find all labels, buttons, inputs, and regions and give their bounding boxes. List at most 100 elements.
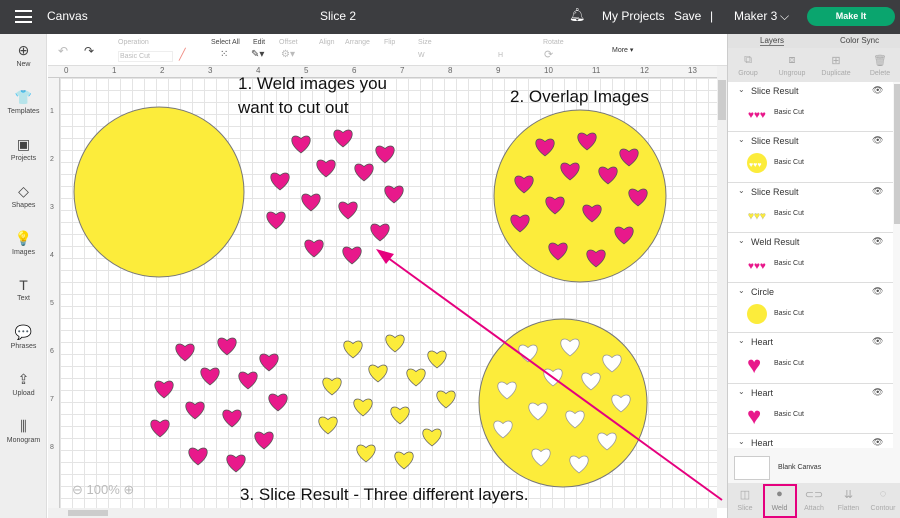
ungroup-icon: ⧈ [788,54,796,66]
heart-shape[interactable] [222,409,242,428]
chevron-down-icon[interactable]: ⌄ [738,85,745,94]
heart-shape[interactable] [291,135,311,154]
svg-text:♥: ♥ [747,404,761,426]
heart-shape[interactable] [268,393,288,412]
heart-shape[interactable] [427,350,447,369]
layer-name: Slice Result [751,186,799,197]
eye-icon[interactable]: 👁︎ [872,85,883,96]
layer-cut-type: Basic Cut [774,109,804,116]
chevron-down-icon[interactable]: ⌄ [738,236,745,245]
layer-item[interactable]: ⌄ Heart 👁︎ ♥ Basic Cut [728,333,893,384]
heart-shape[interactable] [266,211,286,230]
blank-canvas-swatch[interactable] [734,456,770,480]
layer-item[interactable]: ⌄ Slice Result 👁︎ ♥♥♥ Basic Cut [728,132,893,183]
heart-shape[interactable] [436,390,456,409]
heart-shape[interactable] [343,340,363,359]
layer-tool-group[interactable]: Group [728,70,768,77]
heart-shape[interactable] [154,380,174,399]
layer-tool-duplicate[interactable]: Duplicate [816,70,856,77]
layer-name: Heart [751,337,774,348]
layer-tool-delete[interactable]: Delete [860,70,900,77]
heart-shape[interactable] [353,398,373,417]
yellow-circle[interactable] [73,106,245,278]
layer-item[interactable]: ⌄ Slice Result 👁︎ ♥♥♥ Basic Cut [728,82,893,133]
heart-shape[interactable] [370,223,390,242]
zoom-out-icon[interactable]: ⊖ [72,482,83,497]
heart-shape[interactable] [384,185,404,204]
heart-shape[interactable] [422,428,442,447]
heart-shape[interactable] [185,401,205,420]
layer-cut-type: Basic Cut [774,159,804,167]
heart-shape[interactable] [394,451,414,470]
eye-icon[interactable]: 👁︎ [872,135,883,146]
heart-shape[interactable] [259,353,279,372]
layer-tool-ungroup[interactable]: Ungroup [772,70,812,77]
heart-shape[interactable] [254,431,274,450]
eye-icon[interactable]: 👁︎ [872,336,883,347]
layer-thumbnail: ♥♥♥ [748,210,766,222]
heart-shape[interactable] [175,343,195,362]
heart-shape[interactable] [354,163,374,182]
chevron-down-icon[interactable]: ⌄ [738,387,745,396]
heart-shape[interactable] [150,419,170,438]
heart-shape[interactable] [200,367,220,386]
heart-shape[interactable] [390,406,410,425]
layer-item[interactable]: ⌄ Heart 👁︎ [728,434,893,448]
tool-contour[interactable]: Contour [866,505,900,512]
eye-icon[interactable]: 👁︎ [872,387,883,398]
tool-weld[interactable]: Weld [762,484,797,518]
heart-shape[interactable] [316,159,336,178]
heart-shape[interactable] [270,172,290,191]
heart-shape[interactable] [304,239,324,258]
chevron-down-icon[interactable]: ⌄ [738,186,745,195]
tool-attach[interactable]: Attach [797,505,831,512]
eye-icon[interactable]: 👁︎ [872,437,883,448]
tab-layers[interactable]: Layers [760,36,785,46]
eye-icon[interactable]: 👁︎ [872,236,883,247]
heart-shape[interactable] [333,129,353,148]
chevron-down-icon[interactable]: ⌄ [738,336,745,345]
heart-shape[interactable] [342,246,362,265]
attach-icon: ⊂⊃ [804,489,824,501]
svg-text:♥♥♥: ♥♥♥ [748,261,766,272]
svg-text:♥♥♥: ♥♥♥ [748,110,766,121]
layer-item[interactable]: ⌄ Weld Result 👁︎ ♥♥♥ Basic Cut [728,232,893,284]
delete-icon: 🗑︎ [873,55,887,67]
chevron-down-icon[interactable]: ⌄ [738,437,745,446]
chevron-down-icon[interactable]: ⌄ [738,135,745,144]
flatten-icon: ⇊ [843,489,854,501]
layers-scrollbar[interactable] [894,84,900,224]
heart-shape[interactable] [318,416,338,435]
zoom-in-icon[interactable]: ⊕ [123,482,134,497]
tab-color-sync[interactable]: Color Sync [840,36,879,45]
heart-shape[interactable] [338,201,358,220]
eye-icon[interactable]: 👁︎ [872,286,883,297]
layer-thumbnail: ♥♥♥ [748,110,766,121]
heart-shape[interactable] [188,447,208,466]
heart-shape[interactable] [406,368,426,387]
eye-icon[interactable]: 👁︎ [872,186,883,197]
layer-item[interactable]: ⌄ Circle 👁︎ Basic Cut [728,283,893,334]
layers-panel: Layers Color Sync ⧉ Group ⧈ Ungroup ⊞ Duplica… [727,34,900,518]
heart-shape[interactable] [301,193,321,212]
tool-slice[interactable]: Slice [728,505,762,512]
heart-shape[interactable] [217,337,237,356]
layer-thumbnail: ♥♥♥ [747,153,767,174]
layer-cut-type: Basic Cut [774,259,804,267]
layer-cut-type: Basic Cut [774,310,804,318]
svg-text:♥: ♥ [747,353,761,375]
svg-text:♥♥♥: ♥♥♥ [748,211,766,222]
heart-shape[interactable] [375,145,395,164]
layer-item[interactable]: ⌄ Heart 👁︎ ♥ Basic Cut [728,383,893,435]
heart-shape[interactable] [356,444,376,463]
chevron-down-icon[interactable]: ⌄ [738,286,745,295]
layer-item[interactable]: ⌄ Slice Result 👁︎ ♥♥♥ Basic Cut [728,182,893,233]
heart-shape[interactable] [226,454,246,473]
layer-name: Slice Result [751,136,799,147]
heart-shape[interactable] [368,364,388,383]
heart-shape[interactable] [385,334,405,353]
layer-name: Heart [751,387,774,398]
heart-shape[interactable] [238,371,258,390]
heart-shape[interactable] [322,377,342,396]
tool-flatten[interactable]: Flatten [832,505,866,512]
